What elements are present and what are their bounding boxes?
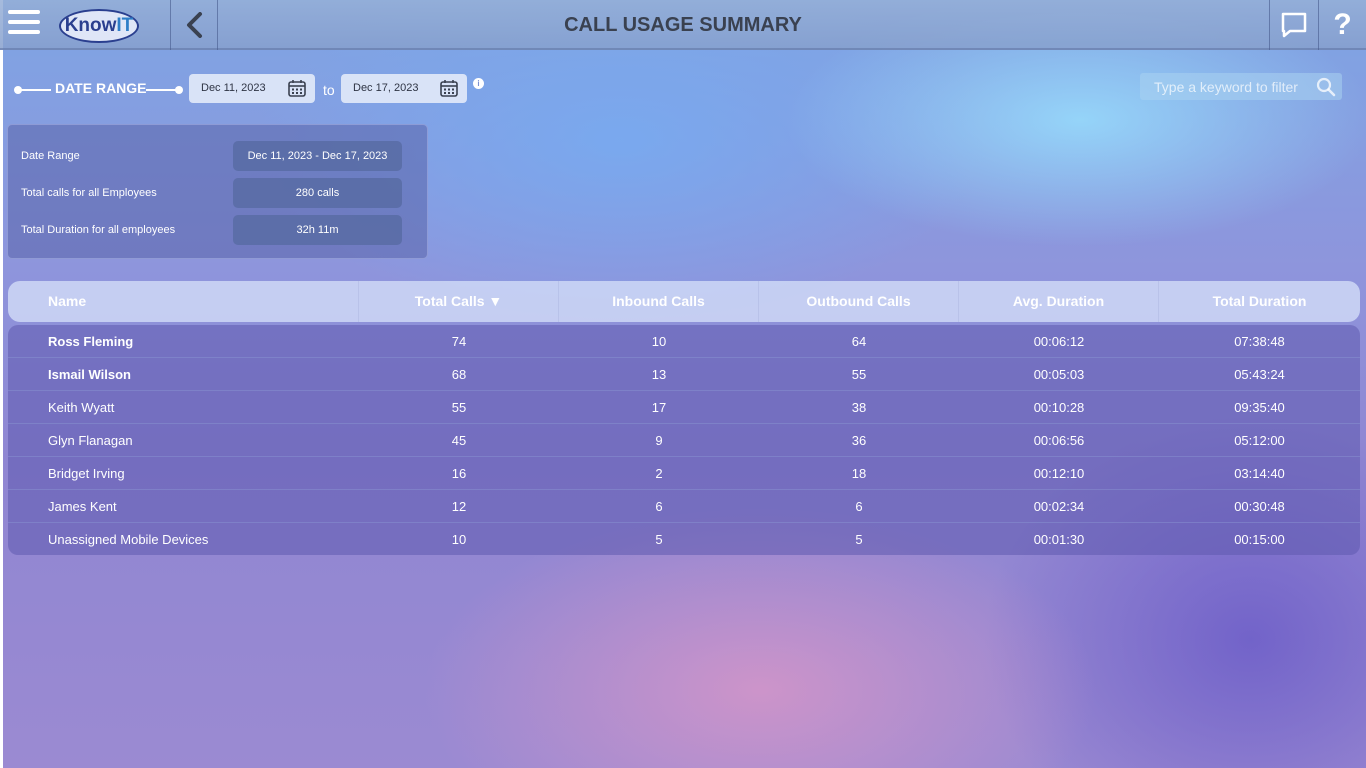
summary-value: 32h 11m — [233, 215, 402, 245]
table-row[interactable]: Ismail Wilson 68 13 55 00:05:03 05:43:24 — [8, 358, 1360, 391]
cell-total-calls: 12 — [451, 499, 467, 514]
cell-total-calls: 74 — [451, 334, 467, 349]
cell-total-calls: 55 — [451, 400, 467, 415]
cell-total-duration: 07:38:48 — [1234, 334, 1285, 349]
cell-name: James Kent — [48, 499, 117, 514]
range-line-right — [146, 89, 176, 91]
chat-icon — [1281, 12, 1306, 38]
left-edge — [0, 0, 3, 768]
to-label: to — [323, 82, 335, 98]
column-header-inbound-calls[interactable]: Inbound Calls — [559, 281, 759, 322]
table-row[interactable]: James Kent 12 6 6 00:02:34 00:30:48 — [8, 490, 1360, 523]
menu-icon[interactable] — [8, 10, 40, 40]
cell-total-duration: 03:14:40 — [1234, 466, 1285, 481]
date-range-label: DATE RANGE — [55, 80, 147, 96]
column-header-avg-duration[interactable]: Avg. Duration — [959, 281, 1159, 322]
calendar-icon — [440, 80, 458, 97]
cell-inbound-calls: 10 — [651, 334, 667, 349]
cell-inbound-calls: 17 — [651, 400, 667, 415]
column-header-total-calls[interactable]: Total Calls ▼ — [359, 281, 559, 322]
table-row[interactable]: Glyn Flanagan 45 9 36 00:06:56 05:12:00 — [8, 424, 1360, 457]
chat-button[interactable] — [1269, 0, 1317, 50]
summary-row-total-duration: Total Duration for all employees 32h 11m — [8, 215, 429, 245]
logo-text-know: Know — [64, 15, 117, 36]
summary-panel: Date Range Dec 11, 2023 - Dec 17, 2023 T… — [7, 124, 428, 259]
cell-outbound-calls: 64 — [851, 334, 867, 349]
cell-avg-duration: 00:06:12 — [1033, 334, 1085, 349]
cell-inbound-calls: 9 — [655, 433, 663, 448]
knowit-logo[interactable]: Know IT — [59, 9, 139, 43]
cell-total-calls: 10 — [451, 532, 467, 547]
cell-inbound-calls: 5 — [655, 532, 663, 547]
column-header-total-duration[interactable]: Total Duration — [1159, 281, 1360, 322]
cell-name: Bridget Irving — [48, 466, 125, 481]
cell-outbound-calls: 38 — [851, 400, 867, 415]
summary-label: Total calls for all Employees — [21, 187, 157, 199]
cell-inbound-calls: 13 — [651, 367, 667, 382]
search-box — [1140, 73, 1342, 100]
summary-row-total-calls: Total calls for all Employees 280 calls — [8, 178, 429, 208]
cell-total-calls: 16 — [451, 466, 467, 481]
cell-inbound-calls: 2 — [655, 466, 663, 481]
cell-inbound-calls: 6 — [655, 499, 663, 514]
cell-name: Glyn Flanagan — [48, 433, 133, 448]
cell-total-calls: 68 — [451, 367, 467, 382]
back-chevron-icon — [187, 12, 202, 38]
cell-name: Ismail Wilson — [48, 367, 131, 382]
cell-avg-duration: 00:01:30 — [1033, 532, 1085, 547]
search-icon[interactable] — [1316, 77, 1336, 97]
table-row[interactable]: Ross Fleming 74 10 64 00:06:12 07:38:48 — [8, 325, 1360, 358]
cell-total-calls: 45 — [451, 433, 467, 448]
summary-value: 280 calls — [233, 178, 402, 208]
table-body: Ross Fleming 74 10 64 00:06:12 07:38:48 … — [8, 325, 1360, 555]
cell-total-duration: 09:35:40 — [1234, 400, 1285, 415]
header-bar: Know IT CALL USAGE SUMMARY ? — [0, 0, 1366, 50]
start-date-value: Dec 11, 2023 — [201, 82, 266, 94]
summary-value: Dec 11, 2023 - Dec 17, 2023 — [233, 141, 402, 171]
cell-outbound-calls: 18 — [851, 466, 867, 481]
cell-total-duration: 05:12:00 — [1234, 433, 1285, 448]
table-row[interactable]: Bridget Irving 16 2 18 00:12:10 03:14:40 — [8, 457, 1360, 490]
search-input[interactable] — [1140, 73, 1310, 100]
calendar-icon — [288, 80, 306, 97]
summary-label: Total Duration for all employees — [21, 224, 176, 236]
column-header-name[interactable]: Name — [8, 281, 359, 322]
logo-text-it: IT — [116, 15, 134, 36]
table-row[interactable]: Unassigned Mobile Devices 10 5 5 00:01:3… — [8, 523, 1360, 555]
end-date-value: Dec 17, 2023 — [353, 82, 419, 94]
summary-label: Date Range — [21, 150, 80, 162]
cell-total-duration: 00:30:48 — [1234, 499, 1285, 514]
column-header-outbound-calls[interactable]: Outbound Calls — [759, 281, 959, 322]
cell-outbound-calls: 5 — [855, 532, 863, 547]
date-range-selector: DATE RANGE Dec 11, 2023 to Dec 17, 2023 … — [12, 74, 502, 104]
summary-row-date-range: Date Range Dec 11, 2023 - Dec 17, 2023 — [8, 141, 429, 171]
cell-total-duration: 00:15:00 — [1234, 532, 1285, 547]
range-line-left — [20, 89, 51, 91]
cell-name: Ross Fleming — [48, 334, 134, 349]
cell-avg-duration: 00:05:03 — [1033, 367, 1085, 382]
cell-name: Unassigned Mobile Devices — [48, 532, 209, 547]
back-button[interactable] — [170, 0, 218, 50]
range-dot-right — [175, 86, 183, 94]
cell-avg-duration: 00:06:56 — [1033, 433, 1085, 448]
cell-name: Keith Wyatt — [48, 400, 115, 415]
info-icon[interactable]: i — [473, 78, 484, 89]
table-row[interactable]: Keith Wyatt 55 17 38 00:10:28 09:35:40 — [8, 391, 1360, 424]
start-date-input[interactable]: Dec 11, 2023 — [189, 74, 315, 103]
cell-avg-duration: 00:12:10 — [1033, 466, 1085, 481]
cell-outbound-calls: 6 — [855, 499, 863, 514]
cell-outbound-calls: 36 — [851, 433, 867, 448]
help-icon[interactable]: ? — [1318, 0, 1366, 50]
cell-avg-duration: 00:10:28 — [1033, 400, 1085, 415]
table-header: Name Total Calls ▼ Inbound Calls Outboun… — [8, 281, 1360, 322]
cell-outbound-calls: 55 — [851, 367, 867, 382]
cell-total-duration: 05:43:24 — [1234, 367, 1285, 382]
cell-avg-duration: 00:02:34 — [1033, 499, 1085, 514]
end-date-input[interactable]: Dec 17, 2023 — [341, 74, 467, 103]
